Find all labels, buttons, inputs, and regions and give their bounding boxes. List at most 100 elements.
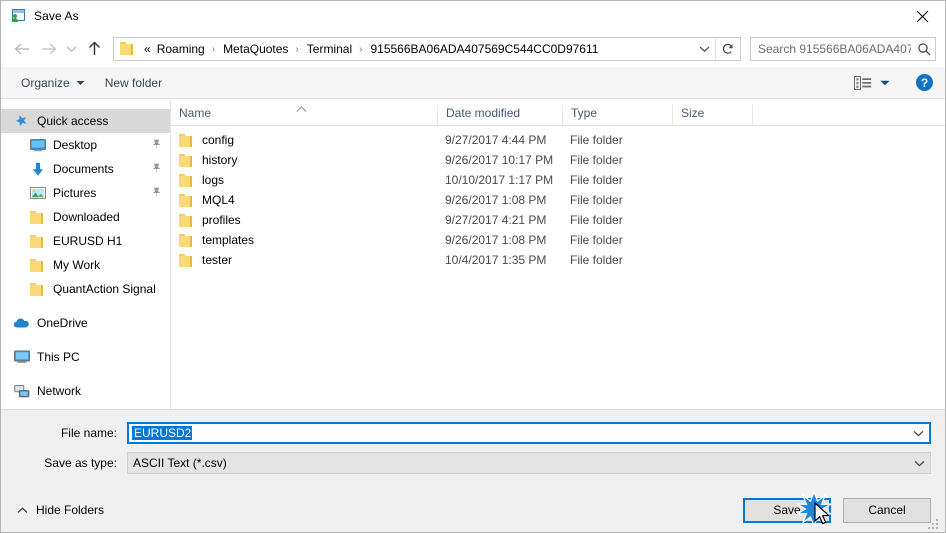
file-name-label: profiles: [202, 213, 241, 227]
chevron-down-icon: [880, 80, 890, 86]
file-name-cell[interactable]: logs: [171, 173, 437, 187]
table-row[interactable]: profiles 9/27/2017 4:21 PM File folder: [171, 210, 945, 230]
sidebar-item-pictures[interactable]: Pictures: [1, 181, 170, 205]
sidebar-item-eurusd-h1[interactable]: EURUSD H1: [1, 229, 170, 253]
sidebar-item-quantaction-signal[interactable]: QuantAction Signal: [1, 277, 170, 301]
save-as-type-label: Save as type:: [44, 456, 117, 470]
sidebar-item-documents[interactable]: Documents: [1, 157, 170, 181]
address-bar[interactable]: « Roaming › MetaQuotes › Terminal › 9155…: [113, 37, 741, 61]
file-name-cell[interactable]: tester: [171, 253, 437, 267]
file-name-cell[interactable]: config: [171, 133, 437, 147]
file-type-cell: File folder: [570, 233, 623, 247]
save-button[interactable]: Save: [743, 497, 831, 523]
new-folder-button[interactable]: New folder: [99, 73, 168, 93]
chevron-up-icon: [17, 506, 28, 514]
resize-grip[interactable]: [928, 516, 941, 529]
breadcrumb: « Roaming › MetaQuotes › Terminal › 9155…: [142, 42, 693, 56]
table-row[interactable]: templates 9/26/2017 1:08 PM File folder: [171, 230, 945, 250]
breadcrumb-item-metaquotes[interactable]: MetaQuotes: [221, 42, 290, 56]
cancel-button[interactable]: Cancel: [843, 497, 931, 523]
file-name-dropdown-button[interactable]: [907, 423, 929, 443]
view-layout-icon: [854, 75, 872, 90]
sidebar-item-label: Pictures: [53, 186, 97, 200]
this-pc-icon: [13, 349, 30, 365]
organize-button[interactable]: Organize: [15, 73, 91, 93]
folder-icon: [29, 209, 46, 225]
sidebar-item-label: Documents: [53, 162, 114, 176]
sidebar-item-onedrive[interactable]: OneDrive: [1, 311, 170, 335]
sidebar-item-quick-access[interactable]: Quick access: [1, 109, 170, 133]
breadcrumb-overflow[interactable]: «: [142, 42, 155, 56]
file-date-cell: 9/27/2017 4:44 PM: [445, 133, 547, 147]
file-name-label: logs: [202, 173, 225, 187]
breadcrumb-item-terminal[interactable]: Terminal: [305, 42, 354, 56]
save-as-type-combo[interactable]: ASCII Text (*.csv): [127, 452, 931, 474]
chevron-down-icon: [913, 430, 923, 436]
command-bar: Organize New folder ?: [1, 67, 945, 99]
chevron-down-icon: [66, 46, 76, 53]
sidebar-item-this-pc[interactable]: This PC: [1, 345, 170, 369]
pin-icon: [151, 139, 162, 151]
column-header-type[interactable]: Type: [562, 105, 672, 125]
table-row[interactable]: logs 10/10/2017 1:17 PM File folder: [171, 170, 945, 190]
column-header-size[interactable]: Size: [672, 105, 752, 125]
sidebar-item-desktop[interactable]: Desktop: [1, 133, 170, 157]
file-date-cell: 9/27/2017 4:21 PM: [445, 213, 547, 227]
help-label: ?: [920, 75, 929, 90]
folder-icon: [179, 193, 194, 207]
hide-folders-button[interactable]: Hide Folders: [11, 499, 110, 521]
search-box[interactable]: [750, 37, 936, 61]
file-name-input[interactable]: EURUSD2: [129, 426, 907, 440]
file-name-cell[interactable]: profiles: [171, 213, 437, 227]
file-name-cell[interactable]: templates: [171, 233, 437, 247]
forward-button[interactable]: [35, 36, 61, 62]
sidebar-item-label: Network: [37, 384, 82, 398]
file-type-cell: File folder: [570, 213, 623, 227]
desktop-icon: [29, 137, 46, 153]
column-header-date-modified[interactable]: Date modified: [437, 105, 562, 125]
file-name-cell[interactable]: history: [171, 153, 437, 167]
save-as-type-value: ASCII Text (*.csv): [133, 456, 227, 470]
address-dropdown-button[interactable]: [693, 38, 715, 60]
sidebar-item-label: EURUSD H1: [53, 234, 123, 248]
folder-icon: [29, 257, 46, 273]
close-button[interactable]: [899, 1, 945, 31]
recent-locations-button[interactable]: [61, 36, 81, 62]
file-name-cell[interactable]: MQL4: [171, 193, 437, 207]
chevron-down-icon: [914, 460, 924, 466]
file-name-label: config: [202, 133, 235, 147]
address-folder-icon: [120, 42, 136, 56]
breadcrumb-item-roaming[interactable]: Roaming: [155, 42, 207, 56]
refresh-button[interactable]: [716, 38, 740, 60]
table-row[interactable]: MQL4 9/26/2017 1:08 PM File folder: [171, 190, 945, 210]
search-input[interactable]: [751, 42, 913, 56]
breadcrumb-item-instance-id[interactable]: 915566BA06ADA407569C544CC0D97611: [368, 42, 600, 56]
table-row[interactable]: config 9/27/2017 4:44 PM File folder: [171, 130, 945, 150]
save-as-type-dropdown-button[interactable]: [908, 453, 930, 473]
table-row[interactable]: tester 10/4/2017 1:35 PM File folder: [171, 250, 945, 270]
folder-icon: [179, 173, 194, 187]
file-name-value: EURUSD2: [132, 426, 193, 440]
column-header-empty: [752, 105, 872, 125]
help-button[interactable]: ?: [916, 74, 933, 91]
folder-icon: [179, 213, 194, 227]
file-list: Name Date modified Type Size config 9/27…: [171, 99, 945, 409]
chevron-down-icon: [699, 46, 709, 53]
sidebar-item-network[interactable]: Network: [1, 379, 170, 403]
navigation-bar: « Roaming › MetaQuotes › Terminal › 9155…: [1, 31, 945, 67]
file-name-label: templates: [202, 233, 255, 247]
folder-icon: [179, 133, 194, 147]
search-icon[interactable]: [913, 38, 935, 60]
file-date-cell: 9/26/2017 1:08 PM: [445, 193, 547, 207]
table-row[interactable]: history 9/26/2017 10:17 PM File folder: [171, 150, 945, 170]
breadcrumb-separator-icon: ›: [295, 43, 299, 55]
network-icon: [13, 383, 30, 399]
up-button[interactable]: [81, 36, 107, 62]
file-name-combo[interactable]: EURUSD2: [127, 422, 931, 444]
back-button[interactable]: [9, 36, 35, 62]
sidebar-item-downloaded[interactable]: Downloaded: [1, 205, 170, 229]
sidebar-item-my-work[interactable]: My Work: [1, 253, 170, 277]
change-view-button[interactable]: [850, 73, 894, 93]
sidebar-item-label: Quick access: [37, 114, 109, 128]
save-as-app-icon: [10, 8, 26, 24]
